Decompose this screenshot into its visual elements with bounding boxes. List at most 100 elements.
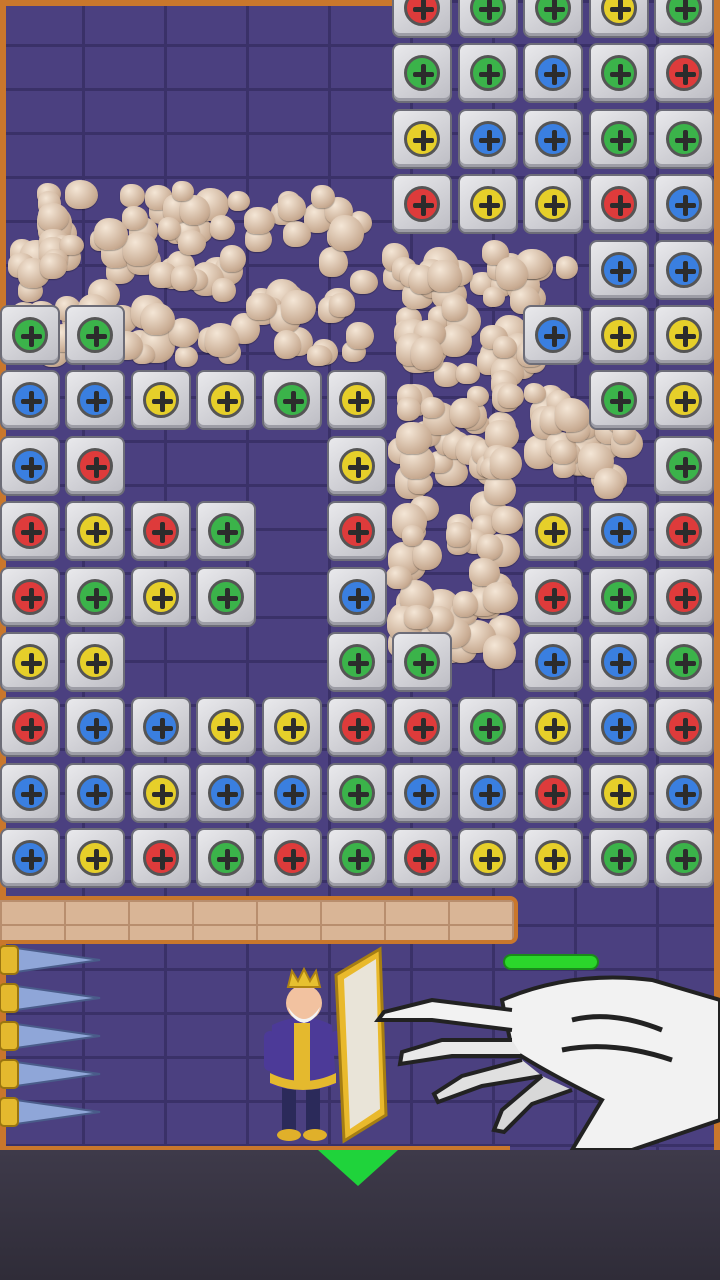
screw-tile[interactable] (523, 501, 583, 561)
screw-tile[interactable] (654, 828, 714, 888)
screw-tile[interactable] (131, 567, 191, 627)
screw-tile[interactable] (654, 305, 714, 365)
screw-tile[interactable] (589, 109, 649, 169)
screw-tile[interactable] (523, 109, 583, 169)
plus-screw-icon (666, 121, 702, 157)
screw-tile[interactable] (523, 0, 583, 38)
screw-tile[interactable] (65, 697, 125, 757)
screw-tile[interactable] (0, 632, 60, 692)
screw-tile[interactable] (392, 763, 452, 823)
screw-tile[interactable] (589, 501, 649, 561)
screw-tile[interactable] (392, 0, 452, 38)
screw-tile[interactable] (458, 763, 518, 823)
screw-tile[interactable] (131, 828, 191, 888)
screw-tile[interactable] (392, 632, 452, 692)
screw-tile[interactable] (0, 828, 60, 888)
screw-tile[interactable] (0, 436, 60, 496)
screw-tile[interactable] (523, 828, 583, 888)
screw-tile[interactable] (589, 43, 649, 103)
screw-tile[interactable] (654, 0, 714, 38)
screw-tile[interactable] (458, 174, 518, 234)
screw-tile[interactable] (654, 501, 714, 561)
screw-tile[interactable] (392, 109, 452, 169)
screw-tile[interactable] (131, 370, 191, 430)
screw-tile[interactable] (523, 43, 583, 103)
screw-tile[interactable] (654, 436, 714, 496)
screw-tile[interactable] (392, 828, 452, 888)
screw-tile[interactable] (654, 174, 714, 234)
screw-tile[interactable] (589, 632, 649, 692)
screw-tile[interactable] (65, 828, 125, 888)
screw-tile[interactable] (654, 697, 714, 757)
screw-tile[interactable] (589, 305, 649, 365)
screw-tile[interactable] (0, 370, 60, 430)
screw-tile[interactable] (196, 763, 256, 823)
screw-tile[interactable] (654, 43, 714, 103)
plus-screw-icon (12, 775, 48, 811)
screw-tile[interactable] (523, 697, 583, 757)
screw-tile[interactable] (0, 501, 60, 561)
screw-tile[interactable] (196, 697, 256, 757)
screw-tile[interactable] (327, 567, 387, 627)
screw-tile[interactable] (262, 828, 322, 888)
screw-tile[interactable] (458, 828, 518, 888)
screw-tile[interactable] (327, 697, 387, 757)
screw-tile[interactable] (523, 632, 583, 692)
screw-tile[interactable] (0, 763, 60, 823)
screw-tile[interactable] (262, 697, 322, 757)
screw-tile[interactable] (65, 501, 125, 561)
screw-tile[interactable] (654, 632, 714, 692)
screw-tile[interactable] (327, 370, 387, 430)
rock (469, 557, 501, 586)
screw-tile[interactable] (65, 305, 125, 365)
screw-tile[interactable] (523, 763, 583, 823)
screw-tile[interactable] (327, 436, 387, 496)
screw-tile[interactable] (589, 763, 649, 823)
screw-tile[interactable] (196, 370, 256, 430)
screw-tile[interactable] (327, 763, 387, 823)
screw-tile[interactable] (458, 43, 518, 103)
screw-tile[interactable] (131, 501, 191, 561)
screw-tile[interactable] (131, 697, 191, 757)
screw-tile[interactable] (589, 0, 649, 38)
rock (40, 253, 68, 280)
screw-tile[interactable] (523, 174, 583, 234)
screw-tile[interactable] (589, 240, 649, 300)
screw-tile[interactable] (65, 436, 125, 496)
screw-tile[interactable] (65, 567, 125, 627)
screw-tile[interactable] (589, 697, 649, 757)
screw-tile[interactable] (327, 501, 387, 561)
screw-tile[interactable] (458, 0, 518, 38)
screw-tile[interactable] (196, 501, 256, 561)
screw-tile[interactable] (654, 567, 714, 627)
screw-tile[interactable] (392, 697, 452, 757)
screw-tile[interactable] (262, 763, 322, 823)
screw-tile[interactable] (654, 109, 714, 169)
screw-tile[interactable] (65, 763, 125, 823)
screw-tile[interactable] (196, 828, 256, 888)
screw-tile[interactable] (654, 370, 714, 430)
screw-tile[interactable] (65, 632, 125, 692)
screw-tile[interactable] (523, 567, 583, 627)
screw-tile[interactable] (458, 697, 518, 757)
screw-tile[interactable] (654, 240, 714, 300)
screw-tile[interactable] (0, 567, 60, 627)
screw-tile[interactable] (589, 828, 649, 888)
screw-tile[interactable] (65, 370, 125, 430)
rock (246, 292, 277, 320)
screw-tile[interactable] (458, 109, 518, 169)
screw-tile[interactable] (589, 370, 649, 430)
screw-tile[interactable] (327, 828, 387, 888)
screw-tile[interactable] (589, 567, 649, 627)
screw-tile[interactable] (392, 43, 452, 103)
screw-tile[interactable] (589, 174, 649, 234)
screw-tile[interactable] (0, 305, 60, 365)
screw-tile[interactable] (523, 305, 583, 365)
screw-tile[interactable] (131, 763, 191, 823)
screw-tile[interactable] (0, 697, 60, 757)
screw-tile[interactable] (392, 174, 452, 234)
screw-tile[interactable] (327, 632, 387, 692)
screw-tile[interactable] (654, 763, 714, 823)
screw-tile[interactable] (262, 370, 322, 430)
screw-tile[interactable] (196, 567, 256, 627)
